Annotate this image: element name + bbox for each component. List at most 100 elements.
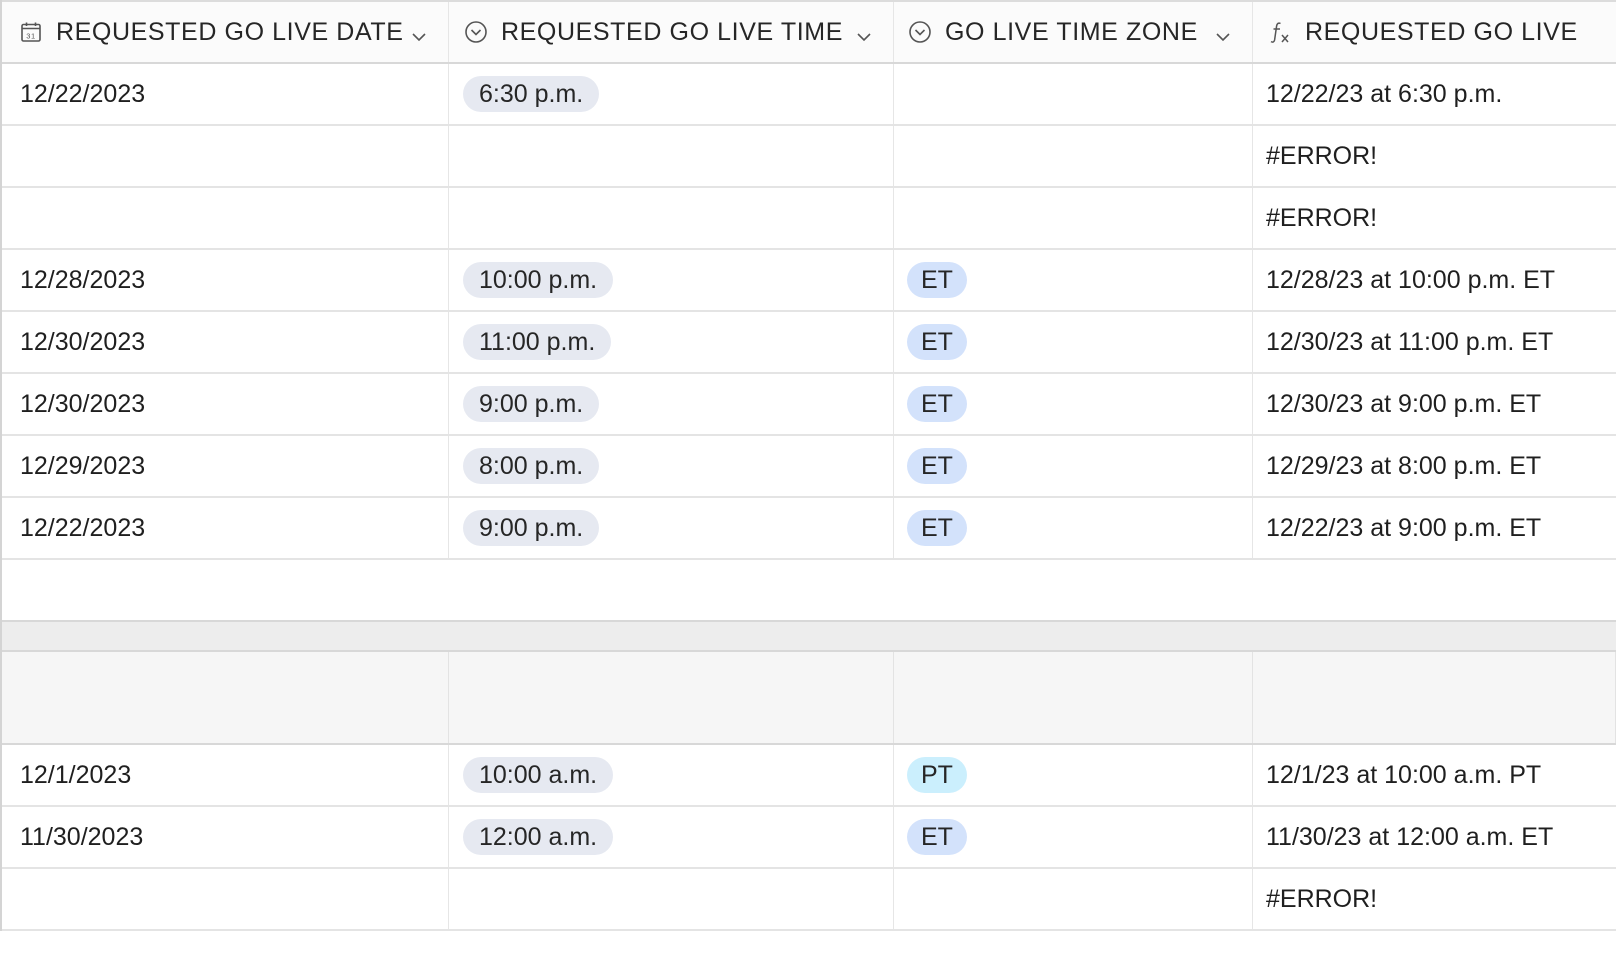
time-cell[interactable] <box>449 869 894 929</box>
timezone-cell[interactable]: ET <box>894 498 1253 558</box>
timezone-cell[interactable]: ET <box>894 807 1253 867</box>
calendar-icon: 31 <box>18 19 44 45</box>
timezone-cell[interactable]: ET <box>894 250 1253 310</box>
formula-value: 12/28/23 at 10:00 p.m. ET <box>1266 265 1556 294</box>
chevron-down-icon[interactable] <box>410 24 428 42</box>
time-cell[interactable]: 8:00 p.m. <box>449 436 894 496</box>
timezone-pill: PT <box>907 757 967 793</box>
single-select-icon <box>907 19 933 45</box>
timezone-cell[interactable] <box>894 869 1253 929</box>
time-cell[interactable]: 11:00 p.m. <box>449 312 894 372</box>
table-row[interactable]: 12/28/2023 10:00 p.m. ET 12/28/23 at 10:… <box>2 250 1616 312</box>
date-value: 12/22/2023 <box>20 79 146 108</box>
chevron-down-icon[interactable] <box>1214 24 1232 42</box>
timezone-pill: ET <box>907 386 967 422</box>
table-row[interactable]: 12/30/2023 9:00 p.m. ET 12/30/23 at 9:00… <box>2 374 1616 436</box>
date-cell[interactable] <box>2 869 449 929</box>
column-header-requested-go-live-time[interactable]: REQUESTED GO LIVE TIME <box>449 2 894 62</box>
formula-value: 12/22/23 at 6:30 p.m. <box>1266 79 1503 108</box>
group-header-cell <box>449 652 894 743</box>
group-header-cell <box>894 652 1253 743</box>
formula-cell[interactable]: #ERROR! <box>1253 126 1616 186</box>
time-cell[interactable]: 12:00 a.m. <box>449 807 894 867</box>
date-cell[interactable]: 12/22/2023 <box>2 64 449 124</box>
formula-cell[interactable]: 12/30/23 at 9:00 p.m. ET <box>1253 374 1616 434</box>
time-cell[interactable]: 9:00 p.m. <box>449 374 894 434</box>
group-header-cell <box>2 652 449 743</box>
timezone-cell[interactable] <box>894 188 1253 248</box>
group-header[interactable] <box>2 652 1616 745</box>
formula-cell[interactable]: 12/30/23 at 11:00 p.m. ET <box>1253 312 1616 372</box>
date-cell[interactable]: 11/30/2023 <box>2 807 449 867</box>
formula-icon <box>1267 19 1293 45</box>
time-pill: 11:00 p.m. <box>463 324 612 360</box>
chevron-down-icon[interactable] <box>855 24 873 42</box>
date-cell[interactable]: 12/28/2023 <box>2 250 449 310</box>
table-row[interactable]: 12/1/2023 10:00 a.m. PT 12/1/23 at 10:00… <box>2 745 1616 807</box>
date-cell[interactable]: 12/1/2023 <box>2 745 449 805</box>
timezone-cell[interactable]: ET <box>894 312 1253 372</box>
time-cell[interactable] <box>449 126 894 186</box>
formula-value: #ERROR! <box>1266 141 1378 170</box>
table-row[interactable]: #ERROR! <box>2 188 1616 250</box>
table-row[interactable]: 12/22/2023 9:00 p.m. ET 12/22/23 at 9:00… <box>2 498 1616 560</box>
time-cell[interactable]: 9:00 p.m. <box>449 498 894 558</box>
date-value: 11/30/2023 <box>20 822 144 851</box>
column-header-requested-go-live[interactable]: REQUESTED GO LIVE <box>1253 2 1616 62</box>
date-cell[interactable]: 12/30/2023 <box>2 312 449 372</box>
group-divider <box>2 620 1616 652</box>
date-cell[interactable] <box>2 188 449 248</box>
time-cell[interactable]: 6:30 p.m. <box>449 64 894 124</box>
date-value: 12/1/2023 <box>20 760 132 789</box>
time-cell[interactable] <box>449 188 894 248</box>
column-header-label: REQUESTED GO LIVE TIME <box>501 17 843 46</box>
time-pill: 12:00 a.m. <box>463 819 614 855</box>
time-pill: 10:00 p.m. <box>463 262 614 298</box>
formula-value: 11/30/23 at 12:00 a.m. ET <box>1266 822 1554 851</box>
time-cell[interactable]: 10:00 p.m. <box>449 250 894 310</box>
table-row[interactable]: 12/22/2023 6:30 p.m. 12/22/23 at 6:30 p.… <box>2 64 1616 126</box>
timezone-cell[interactable] <box>894 126 1253 186</box>
formula-cell[interactable]: 12/28/23 at 10:00 p.m. ET <box>1253 250 1616 310</box>
formula-cell[interactable]: 12/29/23 at 8:00 p.m. ET <box>1253 436 1616 496</box>
formula-value: 12/22/23 at 9:00 p.m. ET <box>1266 513 1542 542</box>
formula-cell[interactable]: #ERROR! <box>1253 869 1616 929</box>
date-cell[interactable]: 12/29/2023 <box>2 436 449 496</box>
add-record-row[interactable] <box>2 560 1616 622</box>
timezone-pill: ET <box>907 448 967 484</box>
timezone-cell[interactable]: PT <box>894 745 1253 805</box>
svg-text:31: 31 <box>26 32 36 41</box>
time-pill: 9:00 p.m. <box>463 510 600 546</box>
table-row[interactable]: 12/29/2023 8:00 p.m. ET 12/29/23 at 8:00… <box>2 436 1616 498</box>
formula-cell[interactable]: 12/22/23 at 6:30 p.m. <box>1253 64 1616 124</box>
single-select-icon <box>463 19 489 45</box>
time-pill: 6:30 p.m. <box>463 76 600 112</box>
column-header-row: 31 REQUESTED GO LIVE DATE REQUESTED GO L… <box>2 0 1616 64</box>
date-cell[interactable]: 12/30/2023 <box>2 374 449 434</box>
date-cell[interactable] <box>2 126 449 186</box>
timezone-pill: ET <box>907 262 967 298</box>
table-row[interactable]: #ERROR! <box>2 126 1616 188</box>
formula-value: #ERROR! <box>1266 203 1378 232</box>
timezone-cell[interactable]: ET <box>894 436 1253 496</box>
formula-value: 12/30/23 at 9:00 p.m. ET <box>1266 389 1542 418</box>
formula-value: 12/30/23 at 11:00 p.m. ET <box>1266 327 1554 356</box>
date-value: 12/30/2023 <box>20 389 146 418</box>
time-cell[interactable]: 10:00 a.m. <box>449 745 894 805</box>
formula-cell[interactable]: #ERROR! <box>1253 188 1616 248</box>
table-row[interactable]: #ERROR! <box>2 869 1616 931</box>
records-grid: 31 REQUESTED GO LIVE DATE REQUESTED GO L… <box>0 0 1616 931</box>
formula-cell[interactable]: 12/1/23 at 10:00 a.m. PT <box>1253 745 1616 805</box>
formula-cell[interactable]: 11/30/23 at 12:00 a.m. ET <box>1253 807 1616 867</box>
column-header-requested-go-live-date[interactable]: 31 REQUESTED GO LIVE DATE <box>2 2 449 62</box>
formula-value: 12/1/23 at 10:00 a.m. PT <box>1266 760 1542 789</box>
column-header-go-live-time-zone[interactable]: GO LIVE TIME ZONE <box>894 2 1253 62</box>
timezone-cell[interactable]: ET <box>894 374 1253 434</box>
time-pill: 10:00 a.m. <box>463 757 614 793</box>
table-row[interactable]: 12/30/2023 11:00 p.m. ET 12/30/23 at 11:… <box>2 312 1616 374</box>
date-value: 12/29/2023 <box>20 451 146 480</box>
formula-cell[interactable]: 12/22/23 at 9:00 p.m. ET <box>1253 498 1616 558</box>
date-cell[interactable]: 12/22/2023 <box>2 498 449 558</box>
table-row[interactable]: 11/30/2023 12:00 a.m. ET 11/30/23 at 12:… <box>2 807 1616 869</box>
timezone-cell[interactable] <box>894 64 1253 124</box>
